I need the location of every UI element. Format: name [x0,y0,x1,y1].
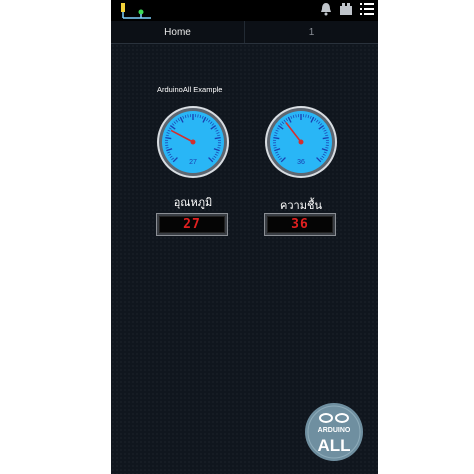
tab-bar: Home 1 [111,21,378,44]
gauge-tick [214,136,221,140]
gauge-tick [322,136,329,140]
logo-line1: ARDUINO [318,427,351,434]
status-bar [111,0,378,21]
humidity-label: ความชื้น [280,199,322,212]
temperature-gauge: 27 [156,105,230,179]
logo-line2: ALL [317,436,350,455]
overflow-menu-icon[interactable] [360,1,374,20]
bell-icon[interactable] [320,1,332,20]
gauge-value-label: 36 [297,159,305,166]
tab-1[interactable]: 1 [244,21,378,43]
gauge-hub [190,139,196,145]
tab-home[interactable]: Home [111,21,244,43]
app-title: ArduinoAll Example [157,85,223,94]
gauge-tick [273,136,280,140]
arduino-all-logo: ARDUINO ALL [304,402,364,462]
temperature-value: 27 [159,216,225,233]
gauge-hub [298,139,304,145]
humidity-gauge: 36 [264,105,338,179]
humidity-value: 36 [267,216,333,233]
gauge-tick [165,136,172,140]
phone-screen: Home 1 ArduinoAll Example 27 36 อุณหภูมิ… [111,0,378,474]
humidity-display: 36 [264,213,336,236]
battery-icon [339,1,353,20]
temperature-display: 27 [156,213,228,236]
usb-connection-icon [117,2,157,20]
gauge-value-label: 27 [189,159,197,166]
temperature-label: อุณหภูมิ [173,196,213,209]
